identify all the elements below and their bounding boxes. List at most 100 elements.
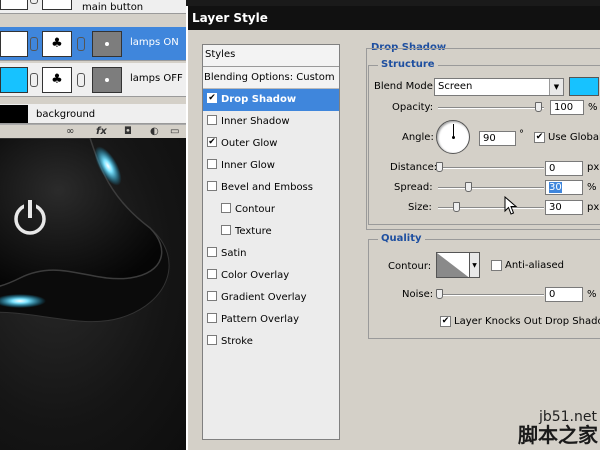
layer-row-lamps-off[interactable]: ♣ lamps OFF xyxy=(0,63,186,97)
size-input[interactable]: 30 xyxy=(545,200,583,215)
blend-mode-value: Screen xyxy=(438,81,473,92)
anti-aliased-label: Anti-aliased xyxy=(505,260,565,271)
effect-item-satin[interactable]: Satin xyxy=(203,243,339,265)
shadow-color-swatch[interactable] xyxy=(569,77,599,96)
distance-label: Distance: xyxy=(390,162,438,173)
effect-checkbox[interactable]: ✔ xyxy=(207,93,217,103)
angle-dial[interactable] xyxy=(436,120,470,154)
effect-checkbox[interactable] xyxy=(207,335,217,345)
noise-label: Noise: xyxy=(402,289,434,300)
layer-thumbnail xyxy=(0,0,28,10)
link-layers-icon[interactable]: ∞ xyxy=(66,125,74,138)
effect-label: Inner Shadow xyxy=(221,116,290,127)
layer-row-lamps-on[interactable]: ♣ lamps ON xyxy=(0,27,186,61)
contour-picker[interactable] xyxy=(436,252,470,278)
new-group-icon[interactable]: ▭ xyxy=(170,125,179,138)
layer-mask-thumbnail: ♣ xyxy=(42,31,72,57)
link-icon xyxy=(30,0,38,4)
document-canvas[interactable] xyxy=(0,138,186,450)
effect-checkbox[interactable] xyxy=(207,115,217,125)
effect-checkbox[interactable] xyxy=(207,291,217,301)
effect-checkbox[interactable] xyxy=(207,269,217,279)
effect-item-outer-glow[interactable]: ✔ Outer Glow xyxy=(203,133,339,155)
layer-name: main button xyxy=(82,2,144,13)
styles-header[interactable]: Styles xyxy=(203,45,339,67)
chevron-down-icon: ▼ xyxy=(549,79,563,95)
effect-item-texture[interactable]: Texture xyxy=(203,221,339,243)
effect-checkbox[interactable] xyxy=(207,247,217,257)
adjustment-layer-icon[interactable]: ◐ xyxy=(150,125,159,138)
spread-label: Spread: xyxy=(394,182,433,193)
size-unit: px xyxy=(587,202,600,213)
fx-icon[interactable]: fx xyxy=(96,125,107,138)
anti-aliased-checkbox[interactable] xyxy=(491,260,502,271)
effect-label: Drop Shadow xyxy=(221,94,297,105)
opacity-slider-track[interactable] xyxy=(438,107,544,109)
effect-checkbox[interactable] xyxy=(221,203,231,213)
effect-label: Bevel and Emboss xyxy=(221,182,313,193)
spread-unit: % xyxy=(587,182,597,193)
effect-item-bevel-and-emboss[interactable]: Bevel and Emboss xyxy=(203,177,339,199)
layer-mask-thumbnail: ♣ xyxy=(42,0,72,10)
effect-item-pattern-overlay[interactable]: Pattern Overlay xyxy=(203,309,339,331)
distance-slider-track[interactable] xyxy=(438,167,544,169)
link-icon xyxy=(30,37,38,51)
noise-slider-thumb[interactable] xyxy=(436,289,443,299)
opacity-slider-thumb[interactable] xyxy=(535,102,542,112)
layer-thumbnail xyxy=(0,31,28,57)
effect-checkbox[interactable] xyxy=(221,225,231,235)
blend-mode-select[interactable]: Screen ▼ xyxy=(434,78,564,96)
angle-input[interactable]: 90 xyxy=(479,131,516,146)
layer-row-background[interactable]: background xyxy=(0,104,186,124)
contour-dropdown-icon[interactable]: ▼ xyxy=(470,252,480,278)
distance-input[interactable]: 0 xyxy=(545,161,583,176)
effect-label: Contour xyxy=(235,204,275,215)
spread-input[interactable]: 30 xyxy=(545,180,583,195)
mouse-cursor-icon xyxy=(504,196,518,215)
noise-input[interactable]: 0 xyxy=(545,287,583,302)
effect-checkbox[interactable] xyxy=(207,313,217,323)
distance-slider-thumb[interactable] xyxy=(436,162,443,172)
link-icon xyxy=(77,73,85,87)
effect-item-gradient-overlay[interactable]: Gradient Overlay xyxy=(203,287,339,309)
opacity-label: Opacity: xyxy=(392,102,434,113)
layers-panel: ♣ main button ♣ lamps ON ♣ lamps OFF bac… xyxy=(0,0,186,138)
blending-options-item[interactable]: Blending Options: Custom xyxy=(203,67,339,89)
effect-label: Outer Glow xyxy=(221,138,278,149)
layer-name: lamps OFF xyxy=(130,73,183,84)
styles-list: Styles Blending Options: Custom ✔ Drop Sh… xyxy=(202,44,340,440)
effect-label: Stroke xyxy=(221,336,253,347)
effect-item-stroke[interactable]: Stroke xyxy=(203,331,339,353)
effect-checkbox[interactable]: ✔ xyxy=(207,137,217,147)
effect-checkbox[interactable] xyxy=(207,159,217,169)
layer-row-main-button[interactable]: ♣ main button xyxy=(0,0,186,14)
structure-title: Structure xyxy=(378,59,438,70)
contour-label: Contour: xyxy=(388,261,432,272)
size-slider-thumb[interactable] xyxy=(453,202,460,212)
effect-label: Satin xyxy=(221,248,247,259)
opacity-unit: % xyxy=(588,102,598,113)
noise-unit: % xyxy=(587,289,597,300)
vector-mask-thumbnail xyxy=(92,31,122,57)
noise-slider-track[interactable] xyxy=(438,294,544,296)
effect-item-inner-glow[interactable]: Inner Glow xyxy=(203,155,339,177)
effect-item-contour[interactable]: Contour xyxy=(203,199,339,221)
size-label: Size: xyxy=(408,202,432,213)
effect-item-drop-shadow[interactable]: ✔ Drop Shadow xyxy=(203,89,339,111)
spread-slider-track[interactable] xyxy=(438,187,544,189)
angle-label: Angle: xyxy=(402,132,434,143)
use-global-light-label: Use Global L xyxy=(548,132,600,143)
effect-item-color-overlay[interactable]: Color Overlay xyxy=(203,265,339,287)
use-global-light-checkbox[interactable]: ✔ xyxy=(534,132,545,143)
add-mask-icon[interactable]: ◘ xyxy=(124,125,132,138)
watermark-brand: 脚本之家 xyxy=(518,423,598,447)
knocks-out-checkbox[interactable]: ✔ xyxy=(440,316,451,327)
effect-checkbox[interactable] xyxy=(207,181,217,191)
effect-label: Color Overlay xyxy=(221,270,290,281)
dialog-title[interactable]: Layer Style xyxy=(188,6,600,30)
layer-name: background xyxy=(36,109,96,120)
effect-item-inner-shadow[interactable]: Inner Shadow xyxy=(203,111,339,133)
opacity-input[interactable]: 100 xyxy=(550,100,584,115)
layer-style-dialog: Layer Style Styles Blending Options: Cus… xyxy=(186,6,600,450)
spread-slider-thumb[interactable] xyxy=(465,182,472,192)
